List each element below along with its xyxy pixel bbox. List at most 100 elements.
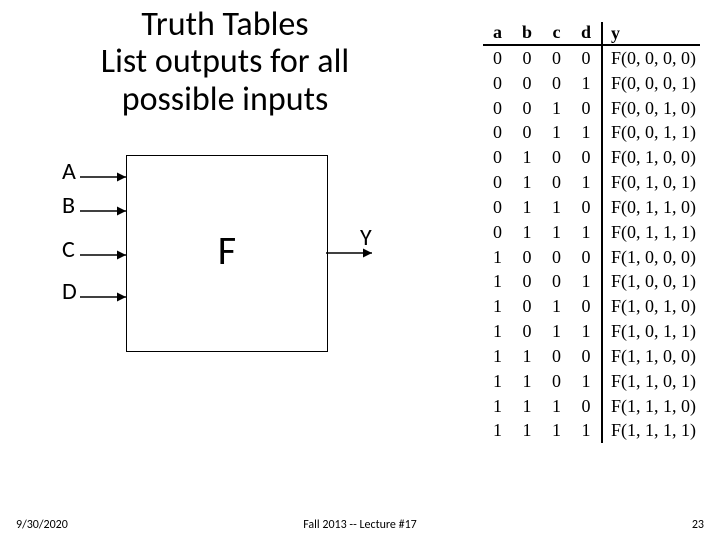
table-cell: 0 bbox=[512, 319, 542, 344]
table-cell: 1 bbox=[571, 319, 602, 344]
table-row: 0111F(0, 1, 1, 1) bbox=[483, 220, 700, 245]
table-cell: 1 bbox=[571, 120, 602, 145]
truth-table-header-row: a b c d y bbox=[483, 22, 700, 45]
table-row: 1010F(1, 0, 1, 0) bbox=[483, 294, 700, 319]
table-row: 0000F(0, 0, 0, 0) bbox=[483, 45, 700, 71]
table-cell: F(1, 0, 1, 0) bbox=[602, 294, 700, 319]
table-cell: 1 bbox=[512, 369, 542, 394]
slide-title: Truth Tables List outputs for all possib… bbox=[60, 6, 390, 118]
table-cell: 0 bbox=[542, 45, 571, 71]
table-cell: 0 bbox=[571, 245, 602, 270]
table-row: 0100F(0, 1, 0, 0) bbox=[483, 145, 700, 170]
table-cell: F(0, 0, 0, 0) bbox=[602, 45, 700, 71]
table-cell: 0 bbox=[542, 145, 571, 170]
table-row: 1000F(1, 0, 0, 0) bbox=[483, 245, 700, 270]
table-cell: 1 bbox=[571, 269, 602, 294]
table-row: 1101F(1, 1, 0, 1) bbox=[483, 369, 700, 394]
table-cell: 0 bbox=[542, 245, 571, 270]
table-cell: F(1, 1, 0, 0) bbox=[602, 344, 700, 369]
block-diagram: F A B C D Y bbox=[52, 155, 382, 355]
title-line-3: possible inputs bbox=[122, 79, 329, 120]
table-cell: 0 bbox=[542, 344, 571, 369]
table-cell: 1 bbox=[483, 245, 512, 270]
table-cell: 1 bbox=[542, 319, 571, 344]
table-cell: 1 bbox=[483, 394, 512, 419]
table-cell: 1 bbox=[542, 195, 571, 220]
table-row: 1100F(1, 1, 0, 0) bbox=[483, 344, 700, 369]
table-cell: 0 bbox=[571, 96, 602, 121]
table-cell: F(0, 1, 1, 1) bbox=[602, 220, 700, 245]
table-cell: 0 bbox=[571, 394, 602, 419]
table-cell: 1 bbox=[512, 418, 542, 443]
table-cell: 1 bbox=[483, 319, 512, 344]
table-row: 1110F(1, 1, 1, 0) bbox=[483, 394, 700, 419]
table-cell: F(0, 1, 0, 1) bbox=[602, 170, 700, 195]
footer-center: Fall 2013 -- Lecture #17 bbox=[0, 518, 720, 532]
table-cell: F(1, 1, 1, 1) bbox=[602, 418, 700, 443]
col-b: b bbox=[512, 22, 542, 45]
table-cell: 0 bbox=[483, 71, 512, 96]
table-cell: 0 bbox=[542, 170, 571, 195]
col-c: c bbox=[542, 22, 571, 45]
arrows-svg bbox=[52, 155, 382, 355]
table-cell: 0 bbox=[571, 294, 602, 319]
table-cell: 1 bbox=[542, 120, 571, 145]
table-cell: 1 bbox=[571, 369, 602, 394]
table-cell: 0 bbox=[571, 45, 602, 71]
col-y: y bbox=[602, 22, 700, 45]
table-cell: 1 bbox=[483, 269, 512, 294]
table-cell: 1 bbox=[542, 418, 571, 443]
table-cell: 1 bbox=[542, 394, 571, 419]
table-cell: 0 bbox=[542, 369, 571, 394]
table-cell: 0 bbox=[483, 195, 512, 220]
table-cell: 0 bbox=[483, 220, 512, 245]
table-cell: F(1, 1, 0, 1) bbox=[602, 369, 700, 394]
table-cell: 1 bbox=[571, 418, 602, 443]
truth-table: a b c d y 0000F(0, 0, 0, 0)0001F(0, 0, 0… bbox=[483, 22, 700, 443]
table-cell: 0 bbox=[512, 269, 542, 294]
table-cell: F(1, 0, 0, 1) bbox=[602, 269, 700, 294]
table-cell: F(1, 1, 1, 0) bbox=[602, 394, 700, 419]
table-cell: 0 bbox=[512, 294, 542, 319]
table-cell: F(1, 0, 1, 1) bbox=[602, 319, 700, 344]
table-row: 1011F(1, 0, 1, 1) bbox=[483, 319, 700, 344]
table-cell: F(1, 0, 0, 0) bbox=[602, 245, 700, 270]
table-cell: 0 bbox=[571, 195, 602, 220]
table-cell: 0 bbox=[483, 170, 512, 195]
table-cell: 1 bbox=[542, 294, 571, 319]
table-cell: 0 bbox=[571, 344, 602, 369]
table-cell: 1 bbox=[483, 369, 512, 394]
table-cell: 1 bbox=[571, 170, 602, 195]
table-cell: 1 bbox=[483, 294, 512, 319]
table-cell: F(0, 0, 0, 1) bbox=[602, 71, 700, 96]
table-cell: 0 bbox=[483, 145, 512, 170]
table-row: 1001F(1, 0, 0, 1) bbox=[483, 269, 700, 294]
col-a: a bbox=[483, 22, 512, 45]
table-cell: 1 bbox=[483, 418, 512, 443]
col-d: d bbox=[571, 22, 602, 45]
table-cell: 1 bbox=[512, 145, 542, 170]
table-cell: 0 bbox=[512, 120, 542, 145]
table-cell: 0 bbox=[542, 269, 571, 294]
table-row: 0110F(0, 1, 1, 0) bbox=[483, 195, 700, 220]
table-cell: 1 bbox=[571, 71, 602, 96]
table-row: 0001F(0, 0, 0, 1) bbox=[483, 71, 700, 96]
table-cell: 0 bbox=[483, 120, 512, 145]
table-cell: 1 bbox=[512, 195, 542, 220]
title-line-2: List outputs for all bbox=[101, 41, 349, 82]
title-line-1: Truth Tables bbox=[141, 4, 308, 45]
table-cell: F(0, 0, 1, 1) bbox=[602, 120, 700, 145]
table-row: 0101F(0, 1, 0, 1) bbox=[483, 170, 700, 195]
table-cell: 0 bbox=[483, 96, 512, 121]
table-cell: F(0, 1, 0, 0) bbox=[602, 145, 700, 170]
table-cell: 1 bbox=[512, 344, 542, 369]
table-cell: 1 bbox=[571, 220, 602, 245]
table-row: 1111F(1, 1, 1, 1) bbox=[483, 418, 700, 443]
table-cell: 1 bbox=[512, 170, 542, 195]
table-cell: 1 bbox=[542, 220, 571, 245]
table-cell: 0 bbox=[512, 71, 542, 96]
table-cell: 0 bbox=[512, 245, 542, 270]
table-cell: 0 bbox=[512, 96, 542, 121]
table-cell: 0 bbox=[542, 71, 571, 96]
table-cell: F(0, 1, 1, 0) bbox=[602, 195, 700, 220]
